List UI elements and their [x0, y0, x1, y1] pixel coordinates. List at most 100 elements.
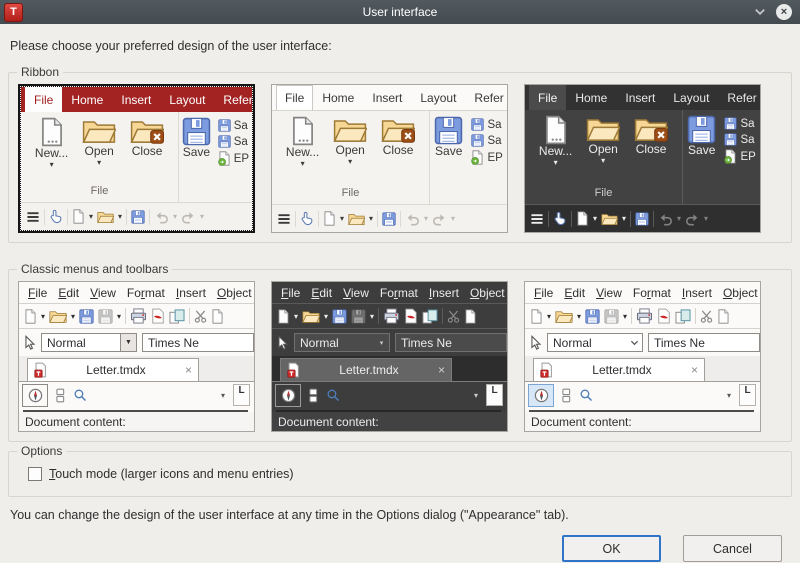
menu-view: View: [343, 285, 369, 300]
save-as-small-icon: [471, 134, 484, 147]
ribbon-option-colored[interactable]: File Home Insert Layout Refer New... ▾ O…: [18, 84, 255, 233]
menu-bar: File Edit View Format Insert Object: [525, 282, 760, 303]
save-as-small-button: Sa: [218, 135, 249, 148]
open-folder-icon: [82, 117, 116, 145]
menu-format: Format: [632, 285, 671, 300]
copy-icon: [717, 309, 730, 324]
save-icon: [585, 309, 600, 324]
ribbon-tab-layout: Layout: [169, 92, 206, 107]
open-small-icon: [601, 212, 618, 226]
paragraph-style-combo: Normal ▼ ▾: [547, 333, 643, 352]
tab-close-icon: ×: [690, 363, 698, 377]
menu-object: Object: [216, 285, 252, 300]
touch-mode-checkbox[interactable]: [28, 467, 42, 481]
open-button: Open ▾: [586, 115, 620, 187]
redo-icon: [181, 210, 196, 224]
new-document-icon: [530, 309, 543, 324]
ruler-corner: L: [739, 384, 756, 406]
ribbon-group-name: File: [341, 187, 360, 199]
window-controls: ×: [754, 4, 800, 20]
cut-icon: [700, 310, 713, 323]
ribbon-tabbar: File Home Insert Layout Refer: [21, 87, 252, 112]
open-folder-icon: [586, 115, 620, 143]
search-icon: [326, 388, 340, 402]
panel-toggle-icon: [56, 388, 65, 403]
new-button: New... ▾: [286, 116, 319, 187]
open-small-icon: [97, 210, 114, 224]
quick-access-toolbar: ▾ ▾ ▾ ▾: [272, 204, 507, 232]
intro-text: Please choose your preferred design of t…: [10, 39, 332, 53]
dropdown-arrow-icon: ▾: [97, 157, 102, 167]
ribbon-tab-references: Refer: [727, 90, 757, 105]
ribbon-group-name: File: [594, 187, 613, 199]
shade-window-icon[interactable]: [754, 8, 766, 16]
copy-icon: [211, 309, 224, 324]
sidebar-toolbar: ▾ L: [19, 382, 254, 408]
close-button: Close: [381, 116, 415, 187]
dropdown-arrow-icon: ▾: [473, 390, 478, 400]
document-tab: Letter.tmdx ×: [27, 358, 199, 381]
classic-option-light[interactable]: File Edit View Format Insert Object ▾ ▾ …: [18, 281, 255, 432]
new-document-icon: [290, 116, 316, 146]
new-document-small-icon: [323, 211, 336, 226]
menu-file: File: [28, 285, 48, 300]
save-small-button: Sa: [471, 118, 502, 131]
ribbon-tab-layout: Layout: [673, 90, 710, 105]
ribbon-tab-file: File: [276, 85, 314, 110]
menu-format: Format: [126, 285, 165, 300]
save-as-small-icon: [218, 135, 231, 148]
new-button: New... ▾: [35, 117, 68, 185]
pointer-icon: [529, 335, 542, 351]
classic-option-modern-light[interactable]: File Edit View Format Insert Object ▾ ▾ …: [524, 281, 761, 432]
tmdx-document-icon: [287, 362, 300, 378]
document-tab-bar: Letter.tmdx ×: [525, 356, 760, 382]
print-icon: [130, 308, 147, 324]
classic-option-dark[interactable]: File Edit View Format Insert Object ▾ ▾ …: [271, 281, 508, 432]
ribbon-option-dark[interactable]: File Home Insert Layout Refer New... ▾ O…: [524, 84, 761, 233]
hamburger-menu-icon: [530, 213, 544, 225]
touch-mode-label[interactable]: Touch mode (larger icons and menu entrie…: [49, 467, 294, 481]
classic-group-label: Classic menus and toolbars: [17, 262, 173, 276]
ribbon-option-light[interactable]: File Home Insert Layout Refer New... ▾ O…: [271, 84, 508, 233]
format-toolbar: Normal ▼ ▾ Times Ne: [272, 328, 507, 356]
save-small-icon: [218, 119, 231, 132]
close-document-icon: [130, 117, 164, 145]
ribbon-tabbar: File Home Insert Layout Refer: [272, 85, 507, 111]
save-as-icon: [604, 309, 619, 324]
close-document-icon: [381, 116, 415, 144]
epub-export-icon: [724, 149, 737, 164]
sidebar-toolbar: ▾ L: [272, 382, 507, 408]
dropdown-arrow-icon: ▾: [553, 157, 558, 167]
document-content-text: Document content:: [525, 412, 760, 431]
menu-insert: Insert: [681, 285, 712, 300]
ruler-corner: L: [486, 384, 503, 406]
menu-file: File: [534, 285, 554, 300]
format-toolbar: Normal ▼ ▾ Times Ne: [19, 328, 254, 356]
tmdx-document-icon: [540, 362, 553, 378]
ribbon-tab-insert: Insert: [372, 90, 403, 105]
open-folder-icon: [49, 309, 67, 324]
save-icon: [182, 117, 211, 146]
pdf-export-icon: [657, 308, 671, 324]
panel-toggle-icon: [309, 388, 318, 403]
navigator-button: [22, 383, 48, 407]
ribbon-groupbox: Ribbon File Home Insert Layout Refer New…: [8, 65, 792, 243]
open-folder-icon: [302, 309, 320, 324]
touch-mode-row: Touch mode (larger icons and menu entrie…: [28, 467, 782, 481]
combo-dropdown-icon: ▾: [379, 339, 384, 347]
ok-button[interactable]: OK: [562, 535, 661, 562]
save-button: Save: [687, 115, 716, 187]
undo-icon: [154, 210, 169, 224]
hamburger-menu-icon: [277, 213, 291, 225]
menu-edit: Edit: [311, 285, 333, 300]
cancel-button[interactable]: Cancel: [683, 535, 782, 562]
ribbon-tab-references: Refer: [474, 90, 504, 105]
redo-icon: [685, 212, 700, 226]
font-name-combo: Times Ne: [395, 333, 507, 352]
close-window-button[interactable]: ×: [776, 4, 792, 20]
save-small-button: Sa: [724, 117, 755, 130]
menu-edit: Edit: [58, 285, 80, 300]
print-preview-icon: [169, 309, 185, 324]
tab-close-icon: ×: [437, 363, 445, 377]
dropdown-arrow-icon: ▾: [601, 155, 606, 165]
